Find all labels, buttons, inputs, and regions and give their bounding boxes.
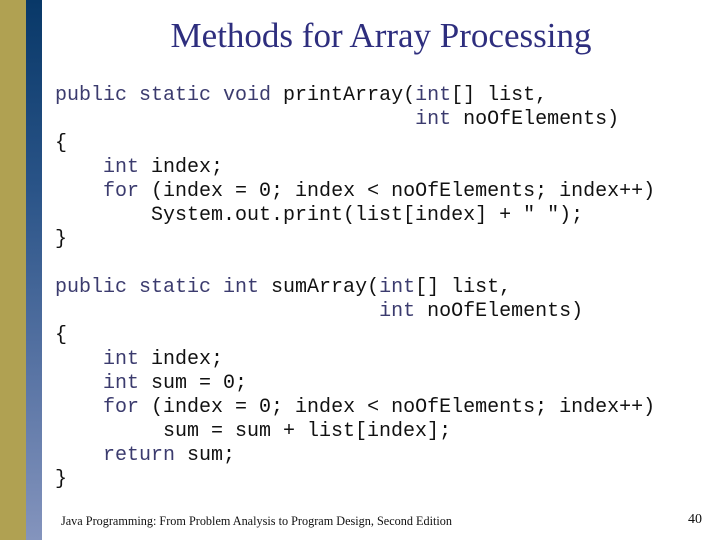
code-keyword: for xyxy=(103,180,140,203)
footer-text: Java Programming: From Problem Analysis … xyxy=(61,513,453,528)
code-text: System.out.print(list[index] + " "); xyxy=(55,204,584,227)
code-text: } xyxy=(55,468,68,491)
code-text: sum = 0; xyxy=(139,372,248,395)
code-line: int index; xyxy=(55,348,655,372)
code-text: { xyxy=(55,132,68,155)
code-line: { xyxy=(55,132,655,156)
code-text: (index = 0; index < noOfElements; index+… xyxy=(139,396,656,419)
code-line: System.out.print(list[index] + " "); xyxy=(55,204,655,228)
code-keyword: for xyxy=(103,396,140,419)
left-decorative-band xyxy=(0,0,26,540)
page-number: 40 xyxy=(688,512,702,527)
code-keyword: int xyxy=(415,84,452,107)
code-line: int noOfElements) xyxy=(55,108,655,132)
code-line: for (index = 0; index < noOfElements; in… xyxy=(55,180,655,204)
code-text: index; xyxy=(139,156,224,179)
code-text: [] list, xyxy=(451,84,548,107)
code-keyword: public static void xyxy=(55,84,272,107)
code-keyword: int xyxy=(103,348,140,371)
code-block: public static void printArray(int[] list… xyxy=(55,84,655,492)
code-line: { xyxy=(55,324,655,348)
code-text: index; xyxy=(139,348,224,371)
code-keyword: int xyxy=(103,156,140,179)
code-text: } xyxy=(55,228,68,251)
code-line: } xyxy=(55,468,655,492)
code-line: return sum; xyxy=(55,444,655,468)
code-line: sum = sum + list[index]; xyxy=(55,420,655,444)
code-text: noOfElements) xyxy=(415,300,584,323)
left-accent-gradient-band xyxy=(26,0,42,540)
code-text: sumArray( xyxy=(259,276,380,299)
code-text: printArray( xyxy=(271,84,416,107)
code-keyword: int xyxy=(379,276,416,299)
code-text: (index = 0; index < noOfElements; index+… xyxy=(139,180,656,203)
code-text: sum; xyxy=(175,444,236,467)
code-text: noOfElements) xyxy=(451,108,620,131)
code-line: int sum = 0; xyxy=(55,372,655,396)
code-text: sum = sum + list[index]; xyxy=(55,420,452,443)
code-line: int noOfElements) xyxy=(55,300,655,324)
code-keyword: int xyxy=(379,300,416,323)
code-text: [] list, xyxy=(415,276,512,299)
code-keyword: int xyxy=(103,372,140,395)
code-line: for (index = 0; index < noOfElements; in… xyxy=(55,396,655,420)
code-keyword: public static int xyxy=(55,276,260,299)
slide-title: Methods for Array Processing xyxy=(170,16,592,55)
code-keyword: return xyxy=(103,444,176,467)
code-line: public static int sumArray(int[] list, xyxy=(55,276,655,300)
code-line: public static void printArray(int[] list… xyxy=(55,84,655,108)
code-keyword: int xyxy=(415,108,452,131)
code-line: int index; xyxy=(55,156,655,180)
code-line: } xyxy=(55,228,655,252)
code-text: { xyxy=(55,324,68,347)
